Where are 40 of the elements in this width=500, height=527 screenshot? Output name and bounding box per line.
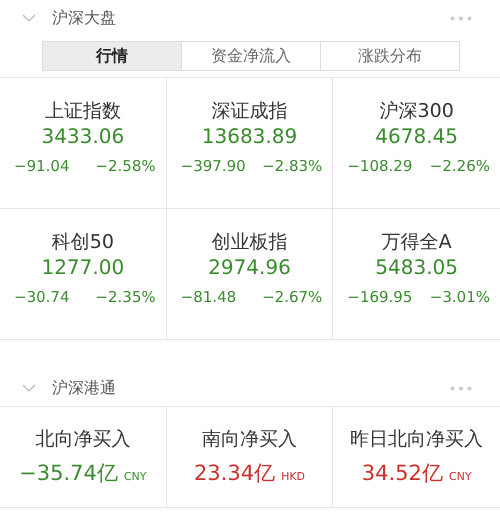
index-value: 1277.00 <box>41 254 124 280</box>
flow-value: −35.74亿 <box>19 460 118 486</box>
chevron-down-icon[interactable] <box>22 384 36 392</box>
flow-value: 34.52亿 <box>362 460 443 486</box>
index-value: 2974.96 <box>208 254 291 280</box>
tab[interactable]: 行情 <box>43 42 182 70</box>
index-percent: −2.26% <box>430 156 490 177</box>
index-value: 3433.06 <box>41 122 124 149</box>
section-title: 沪深港通 <box>52 377 117 399</box>
index-name: 科创50 <box>52 231 114 254</box>
currency-code: CNY <box>124 468 146 484</box>
more-icon[interactable] <box>450 16 472 20</box>
index-value: 13683.89 <box>202 122 298 149</box>
flow-value: 23.34亿 <box>194 460 276 486</box>
index-change: −108.29 <box>347 156 412 177</box>
index-change: −91.04 <box>14 156 70 177</box>
index-name: 沪深300 <box>380 100 454 123</box>
index-percent: −2.35% <box>95 286 156 308</box>
flow-label: 北向净买入 <box>35 427 130 452</box>
index-percent: −2.67% <box>262 286 322 308</box>
index-change: −397.90 <box>180 156 246 177</box>
currency-code: HKD <box>281 468 306 484</box>
index-change: −81.48 <box>180 286 236 308</box>
index-value: 4678.45 <box>375 122 458 149</box>
index-percent: −2.58% <box>95 156 156 177</box>
chevron-down-icon[interactable] <box>22 14 36 22</box>
index-name: 创业板指 <box>211 231 288 254</box>
index-change: −30.74 <box>14 286 70 308</box>
section-title: 沪深大盘 <box>52 7 117 29</box>
more-icon[interactable] <box>450 386 472 390</box>
flow-label: 昨日北向净买入 <box>350 427 484 452</box>
index-name: 深证成指 <box>211 100 288 123</box>
index-name: 万得全A <box>382 231 452 254</box>
flow-label: 南向净买入 <box>202 427 297 452</box>
index-percent: −3.01% <box>430 286 490 308</box>
index-percent: −2.83% <box>262 156 322 177</box>
index-change: −169.95 <box>347 286 412 308</box>
index-name: 上证指数 <box>44 100 121 123</box>
currency-code: CNY <box>448 468 472 484</box>
index-value: 5483.05 <box>375 254 458 280</box>
